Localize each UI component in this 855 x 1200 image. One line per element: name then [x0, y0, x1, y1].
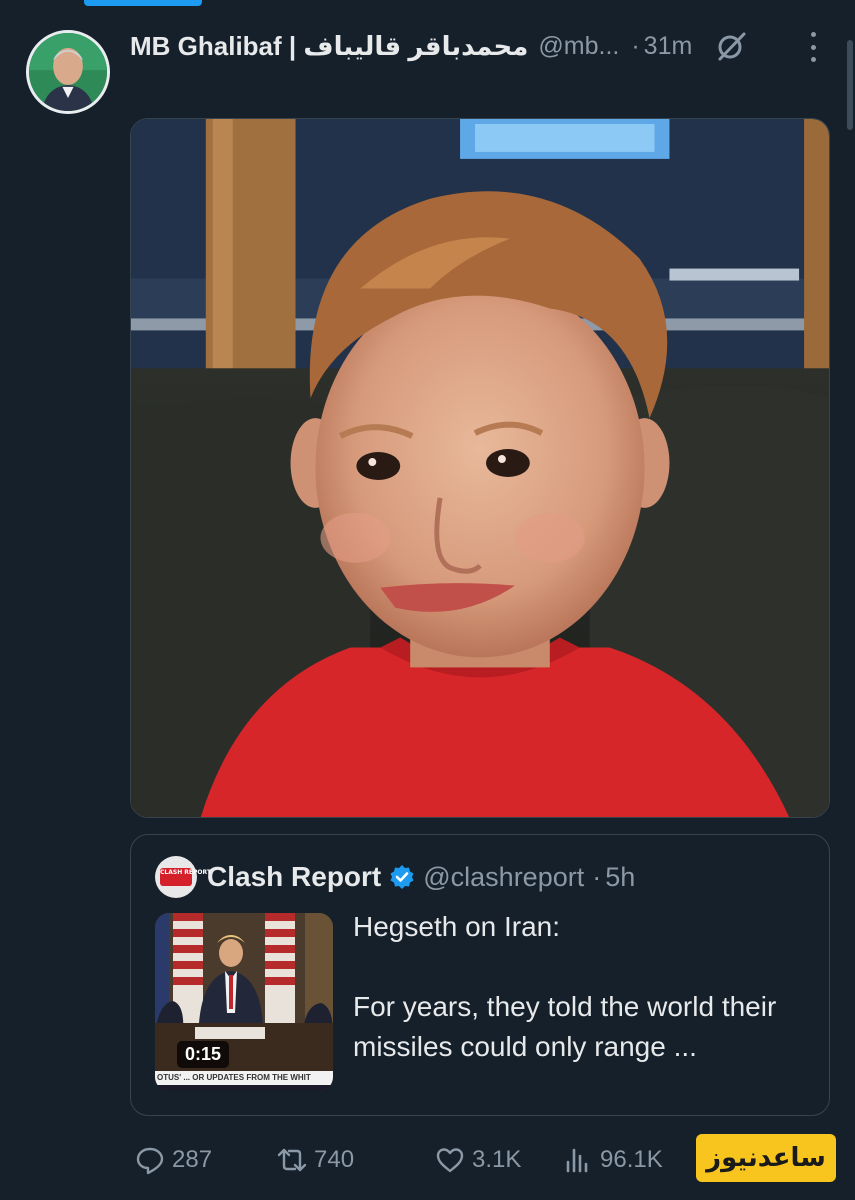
author-display-name[interactable]: MB Ghalibaf | محمدباقر قالیباف [130, 31, 528, 62]
retweet-count: 740 [314, 1146, 355, 1173]
quoted-tweet-timestamp[interactable]: 5h [605, 862, 635, 893]
like-icon [436, 1148, 464, 1173]
quoted-author-avatar[interactable]: CLASH REPORT [155, 856, 211, 898]
more-options-icon[interactable] [807, 32, 819, 62]
like-button[interactable]: 3.1K [434, 1144, 562, 1176]
retweet-button[interactable]: 740 [276, 1144, 434, 1176]
active-tab-indicator [84, 0, 202, 6]
like-count: 3.1K [472, 1146, 522, 1173]
meme-child-photo [131, 119, 829, 817]
site-watermark: ساعدنیوز [696, 1134, 836, 1182]
views-icon [566, 1148, 588, 1173]
verified-badge-icon [389, 864, 415, 890]
avatar-portrait [29, 33, 107, 111]
tweet-action-bar: 287 740 3.1K 96.1K [134, 1138, 694, 1182]
quoted-video-thumbnail[interactable]: 0:15 OTUS' ... OR UPDATES FROM THE WHIT [155, 913, 333, 1091]
retweet-icon [277, 1148, 307, 1172]
video-caption-bar: OTUS' ... OR UPDATES FROM THE WHIT [155, 1071, 333, 1085]
tweet-media-image[interactable] [130, 118, 830, 818]
quoted-author-name[interactable]: Clash Report [207, 861, 381, 893]
quoted-text-line: Hegseth on Iran: [353, 911, 561, 942]
author-handle[interactable]: @mb... [538, 32, 619, 61]
scrollbar[interactable] [847, 40, 853, 130]
separator-dot: · [631, 31, 640, 60]
clash-report-logo: CLASH REPORT [160, 868, 211, 886]
reply-button[interactable]: 287 [134, 1144, 276, 1176]
views-count: 96.1K [600, 1146, 663, 1173]
grok-icon[interactable] [714, 29, 748, 63]
separator-dot: · [592, 861, 602, 892]
quoted-tweet-text: Hegseth on Iran: For years, they told th… [353, 907, 813, 1067]
reply-count: 287 [172, 1146, 213, 1173]
quoted-author-handle[interactable]: @clashreport [423, 862, 584, 893]
quoted-tweet-header: CLASH REPORT Clash Report @clashreport ·… [155, 856, 635, 898]
tweet-header: MB Ghalibaf | محمدباقر قالیباف @mb... · … [130, 28, 820, 64]
quoted-text-line: For years, they told the world their mis… [353, 991, 777, 1062]
quoted-tweet-card[interactable]: CLASH REPORT Clash Report @clashreport ·… [130, 834, 830, 1116]
video-duration: 0:15 [177, 1041, 230, 1068]
views-button[interactable]: 96.1K [562, 1144, 692, 1176]
author-avatar[interactable] [26, 30, 110, 114]
tweet-timestamp[interactable]: 31m [644, 32, 693, 61]
reply-icon [136, 1147, 164, 1175]
